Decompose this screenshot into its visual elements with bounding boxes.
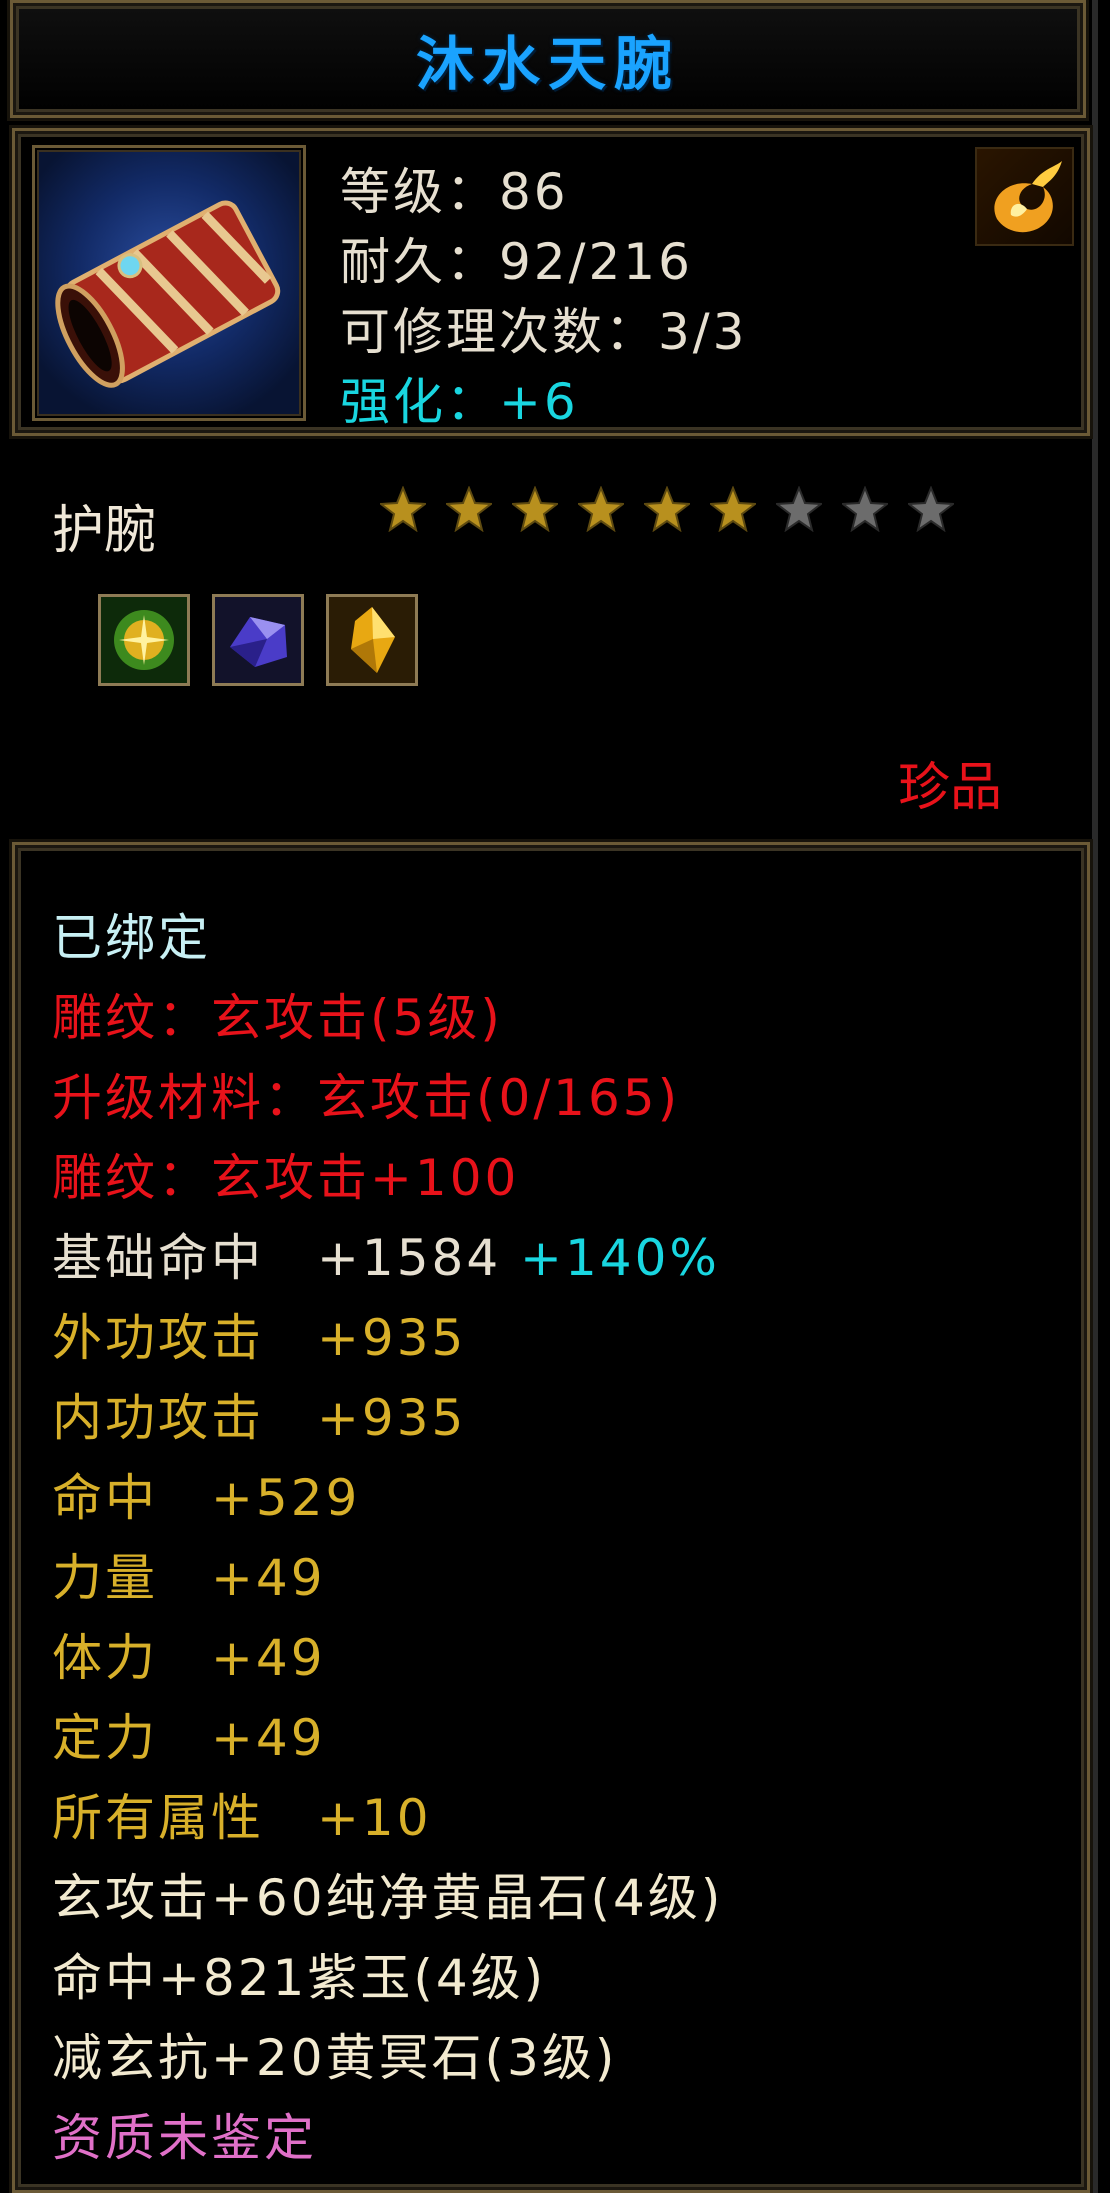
star-icon-filled	[380, 486, 426, 532]
bracer-icon[interactable]	[32, 145, 306, 421]
gem-bonus-2: 命中+821紫玉(4级)	[52, 1949, 547, 2007]
yellow-crystal-gem-icon[interactable]	[326, 594, 418, 686]
hit-line: 命中 +529	[52, 1469, 361, 1527]
green-yellow-gem-icon[interactable]	[98, 594, 190, 686]
repair-count-text: 可修理次数：3/3	[340, 303, 748, 361]
all-attributes-line: 所有属性 +10	[52, 1789, 432, 1847]
stamina-line: 体力 +49	[52, 1629, 326, 1687]
star-icon-filled	[710, 486, 756, 532]
external-attack-line: 外功攻击 +935	[52, 1309, 467, 1367]
star-icon-filled	[644, 486, 690, 532]
purple-jade-gem-icon[interactable]	[212, 594, 304, 686]
bound-status: 已绑定	[52, 909, 211, 967]
star-icon-empty	[908, 486, 954, 532]
star-rating	[380, 486, 954, 532]
gem-bonus-3: 减玄抗+20黄冥石(3级)	[52, 2029, 618, 2087]
base-hit-line: 基础命中 +1584 +140%	[52, 1218, 720, 1290]
upgrade-material-line: 升级材料：玄攻击(0/165)	[52, 1069, 681, 1127]
title-bar: 沐水天腕	[10, 0, 1086, 118]
base-hit-percent: +140%	[520, 1229, 720, 1287]
star-icon-filled	[578, 486, 624, 532]
quality-status: 资质未鉴定	[52, 2109, 317, 2167]
star-icon-filled	[446, 486, 492, 532]
star-icon-empty	[842, 486, 888, 532]
star-icon-empty	[776, 486, 822, 532]
focus-line: 定力 +49	[52, 1709, 326, 1767]
engrave-line: 雕纹：玄攻击(5级)	[52, 989, 503, 1047]
gem-bonus-1: 玄攻击+60纯净黄晶石(4级)	[52, 1869, 724, 1927]
flame-swirl-icon[interactable]	[975, 147, 1074, 246]
level-text: 等级：86	[340, 163, 569, 221]
strength-line: 力量 +49	[52, 1549, 326, 1607]
item-type: 护腕	[52, 501, 157, 561]
item-tooltip: 沐水天腕 等级：86 耐久：92/216 可修理次数：3/3 强化：+6 护腕	[0, 0, 1098, 2193]
base-hit-value: 基础命中 +1584	[52, 1229, 502, 1287]
item-title: 沐水天腕	[415, 30, 680, 98]
internal-attack-line: 内功攻击 +935	[52, 1389, 467, 1447]
enhance-text: 强化：+6	[340, 373, 579, 431]
star-icon-filled	[512, 486, 558, 532]
engrave-bonus-line: 雕纹：玄攻击+100	[52, 1149, 520, 1207]
rarity-label: 珍品	[898, 758, 1003, 818]
durability-text: 耐久：92/216	[340, 233, 693, 291]
